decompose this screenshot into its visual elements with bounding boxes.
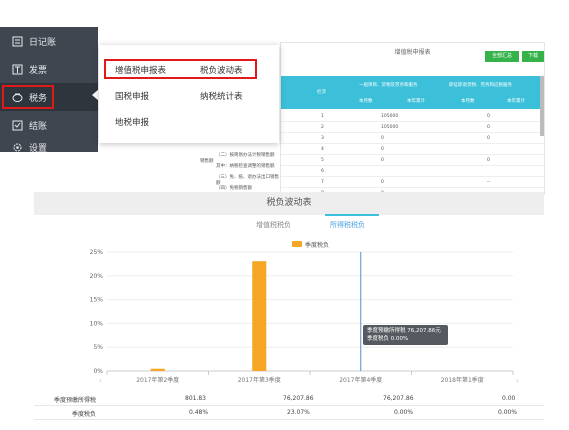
menu-item-tax-burden[interactable]: 税负波动表 bbox=[200, 64, 243, 76]
row-label: 季度税负 bbox=[72, 411, 97, 418]
cell-value: 0.00% bbox=[498, 409, 518, 416]
row-label: 季度预缴所得税 bbox=[54, 397, 97, 404]
cell-value: 23.07% bbox=[287, 409, 310, 416]
tax-dropdown-menu: 增值税申报表 税负波动表 国税申报 纳税统计表 地税申报 bbox=[99, 45, 279, 143]
x-tick-label: 2017年第3季度 bbox=[238, 376, 281, 384]
y-tick-label: 5% bbox=[93, 344, 103, 351]
summary-table: 季度预缴所得税 801.83 76,207.86 76,207.86 0.00 … bbox=[34, 392, 544, 420]
cell-value: 76,207.86 bbox=[283, 395, 314, 402]
x-tick-label: 2017年第4季度 bbox=[339, 376, 382, 384]
y-tick-label: 10% bbox=[90, 320, 104, 327]
menu-item-tax-stats[interactable]: 纳税统计表 bbox=[200, 90, 243, 102]
tooltip-line: 季度税负 0.00% bbox=[367, 336, 409, 342]
legend-swatch[interactable] bbox=[292, 241, 302, 247]
cell-value: 76,207.86 bbox=[383, 395, 414, 402]
tooltip-line: 季度预缴所得税 76,207.86元 bbox=[367, 328, 441, 334]
table-row: 季度预缴所得税 801.83 76,207.86 76,207.86 0.00 bbox=[34, 392, 544, 406]
menu-item-local-tax[interactable]: 地税申报 bbox=[115, 116, 149, 128]
tax-burden-chart: 0% 5% 10% 15% 20% 25% 2017年第2季度 2017年第3季度 2017年第… bbox=[90, 249, 519, 385]
legend-label: 季度税负 bbox=[305, 242, 330, 249]
chevron-left-icon: ‹ bbox=[99, 377, 102, 385]
chart-tooltip: 季度预缴所得税 76,207.86元 季度税负 0.00% bbox=[363, 325, 448, 345]
menu-item-vat-report[interactable]: 增值税申报表 bbox=[115, 64, 166, 76]
chevron-right-icon: › bbox=[516, 377, 519, 385]
cell-value: 801.83 bbox=[185, 395, 206, 402]
cell-value: 0.00 bbox=[502, 395, 516, 402]
x-tick-label: 2018年第1季度 bbox=[441, 376, 484, 384]
y-tick-label: 25% bbox=[90, 249, 104, 256]
bar bbox=[150, 368, 165, 371]
y-tick-label: 20% bbox=[90, 273, 104, 280]
menu-item-national-tax[interactable]: 国税申报 bbox=[115, 90, 149, 102]
y-tick-label: 0% bbox=[93, 368, 103, 375]
x-tick-label: 2017年第2季度 bbox=[136, 376, 179, 384]
cell-value: 0.48% bbox=[189, 409, 209, 416]
y-tick-label: 15% bbox=[90, 297, 104, 304]
table-row: 季度税负 0.48% 23.07% 0.00% 0.00% bbox=[34, 406, 544, 420]
bar bbox=[252, 261, 267, 371]
cell-value: 0.00% bbox=[394, 409, 414, 416]
